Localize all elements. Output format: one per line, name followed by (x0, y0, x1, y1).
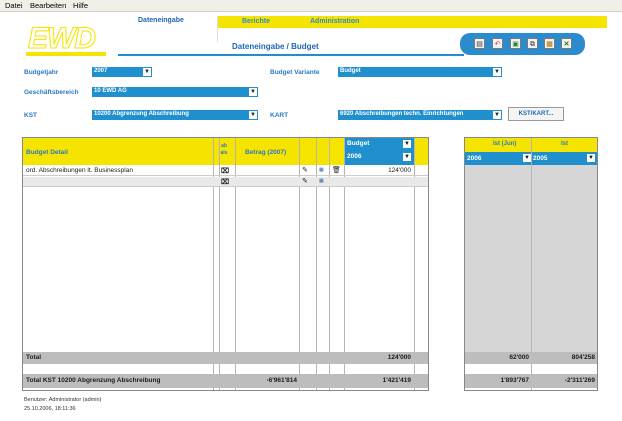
toolbar: ▤ ↶ ▣ ⧉ ▦ ✕ (460, 33, 585, 55)
geschaeftsbereich-select[interactable]: 10 EWD AG ▼ (92, 87, 258, 97)
tab-administration[interactable]: Administration (310, 18, 359, 25)
budget-grid: Budget Detail ab als Betrag (2007) Budge… (22, 137, 429, 391)
dropdown-arrow-icon: ▼ (493, 111, 501, 119)
ist-year-1[interactable]: 2006 (467, 155, 481, 162)
budgetjahr-select[interactable]: 2007 ▼ (92, 67, 152, 77)
dropdown-arrow-icon: ▼ (493, 68, 501, 76)
col-budget-detail: Budget Detail (26, 149, 68, 156)
kart-label: KART (270, 112, 289, 119)
col-budget-year[interactable]: 2006 (347, 153, 361, 160)
kst-kart-button[interactable]: KST/KART... (508, 107, 564, 121)
row-budget[interactable]: 124'000 (377, 167, 411, 174)
ist-header-2: Ist (561, 141, 569, 147)
kart-value: 6920 Abschreibungen techn. Einrichtungen (340, 111, 464, 117)
menu-hilfe[interactable]: Hilfe (73, 1, 88, 10)
excel-icon[interactable]: ▣ (510, 38, 521, 49)
ist-total-2: 804'258 (571, 354, 595, 361)
col-ab-als: ab als (220, 143, 228, 156)
paste-icon[interactable]: ▦ (544, 38, 555, 49)
footer-user: Benutzer: Administrator (admin) (24, 397, 102, 403)
tab-dateneingabe-active[interactable]: Dateneingabe (138, 17, 184, 24)
ist-total-1: 62'000 (509, 354, 529, 361)
dropdown-arrow-icon[interactable]: ▼ (523, 154, 531, 162)
geschaeftsbereich-value: 10 EWD AG (94, 88, 127, 94)
budget-variante-select[interactable]: Budget ▼ (338, 67, 502, 77)
footer-timestamp: 25.10.2006, 18:11:36 (24, 406, 76, 412)
grand-total-label: Total KST 10200 Abgrenzung Abschreibung (26, 377, 161, 384)
menu-bar: Datei Bearbeiten Hilfe (0, 0, 622, 12)
ist-grand-1: 1'893'767 (500, 377, 529, 384)
grand-total-betrag: -6'961'814 (266, 377, 297, 384)
ist-header-1: Ist (Jun) (493, 141, 517, 147)
ewd-logo: EWD (26, 16, 108, 56)
dropdown-arrow-icon: ▼ (249, 111, 257, 119)
kst-label: KST (24, 112, 37, 119)
title-divider (118, 54, 464, 56)
edit-icon[interactable]: ✎ (302, 177, 308, 185)
dropdown-arrow-icon: ▼ (143, 68, 151, 76)
checkbox-icon[interactable]: ⌧ (221, 167, 229, 175)
menu-bearbeiten[interactable]: Bearbeiten (30, 1, 66, 10)
calc-icon[interactable]: ▦ (319, 167, 324, 173)
tab-berichte[interactable]: Berichte (242, 18, 270, 25)
grand-total-budget: 1'421'419 (382, 377, 411, 384)
menu-datei[interactable]: Datei (5, 1, 23, 10)
budgetjahr-label: Budgetjahr (24, 69, 59, 76)
copy-icon[interactable]: ⧉ (527, 38, 538, 49)
edit-icon[interactable]: ✎ (302, 166, 308, 174)
total-budget: 124'000 (387, 354, 411, 361)
ist-grand-2: -2'311'269 (564, 377, 595, 384)
undo-icon[interactable]: ↶ (492, 38, 503, 49)
budgetjahr-value: 2007 (94, 68, 108, 74)
close-icon[interactable]: ✕ (561, 38, 572, 49)
row-detail[interactable]: ord. Abschreibungen lt. Businessplan (26, 167, 133, 174)
kst-select[interactable]: 10200 Abgrenzung Abschreibung ▼ (92, 110, 258, 120)
ist-year-2[interactable]: 2005 (533, 155, 547, 162)
calc-icon[interactable]: ▦ (319, 178, 324, 184)
total-label: Total (26, 354, 42, 361)
delete-icon[interactable]: 🗑 (332, 166, 341, 174)
dropdown-arrow-icon[interactable]: ▼ (587, 154, 595, 162)
kst-value: 10200 Abgrenzung Abschreibung (94, 111, 189, 117)
dropdown-arrow-icon[interactable]: ▼ (403, 153, 411, 161)
ist-panel: Ist (Jun) Ist 2006 ▼ 2005 ▼ 62'000 804'2… (464, 137, 598, 391)
col-betrag: Betrag (2007) (245, 149, 287, 156)
col-budget-label: Budget (347, 140, 370, 147)
checkbox-icon[interactable]: ⌧ (221, 178, 229, 186)
kart-select[interactable]: 6920 Abschreibungen techn. Einrichtungen… (338, 110, 502, 120)
print-icon[interactable]: ▤ (474, 38, 485, 49)
budget-variante-value: Budget (340, 68, 361, 74)
geschaeftsbereich-label: Geschäftsbereich (24, 89, 79, 96)
page-title: Dateneingabe / Budget (232, 42, 319, 51)
dropdown-arrow-icon: ▼ (249, 88, 257, 96)
budget-variante-label: Budget Variante (270, 69, 320, 76)
dropdown-arrow-icon[interactable]: ▼ (403, 140, 411, 148)
